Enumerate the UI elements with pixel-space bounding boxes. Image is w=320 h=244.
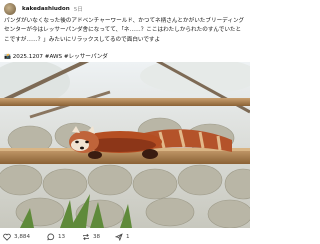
repost-icon	[83, 233, 89, 240]
heart-icon	[3, 233, 11, 241]
repost-button[interactable]: 38	[82, 233, 100, 241]
avatar[interactable]	[4, 3, 16, 15]
share-icon	[115, 232, 123, 241]
action-bar: 3,884 13 38 1	[0, 229, 250, 244]
like-button[interactable]: 3,884	[3, 233, 30, 241]
post-time[interactable]: 5日	[74, 5, 83, 13]
repost-count: 38	[93, 233, 101, 240]
like-count: 3,884	[14, 233, 31, 240]
post-photo[interactable]	[0, 62, 250, 228]
share-count: 1	[126, 233, 130, 240]
comment-button[interactable]: 13	[47, 233, 65, 241]
post-text: パンダがいなくなった後のアドベンチャーワールド、かつてネ柄さんとかがいたブリーデ…	[4, 18, 245, 43]
comment-count: 13	[58, 233, 66, 240]
red-panda-photo	[0, 62, 250, 228]
comment-icon	[47, 233, 55, 240]
share-button[interactable]: 1	[115, 232, 130, 241]
post-hashtags: 📸 2025.1207 #AWS #レッサーパンダ	[4, 54, 108, 60]
post-header: kakedashiudon 5日	[4, 2, 83, 16]
username[interactable]: kakedashiudon	[22, 6, 70, 12]
